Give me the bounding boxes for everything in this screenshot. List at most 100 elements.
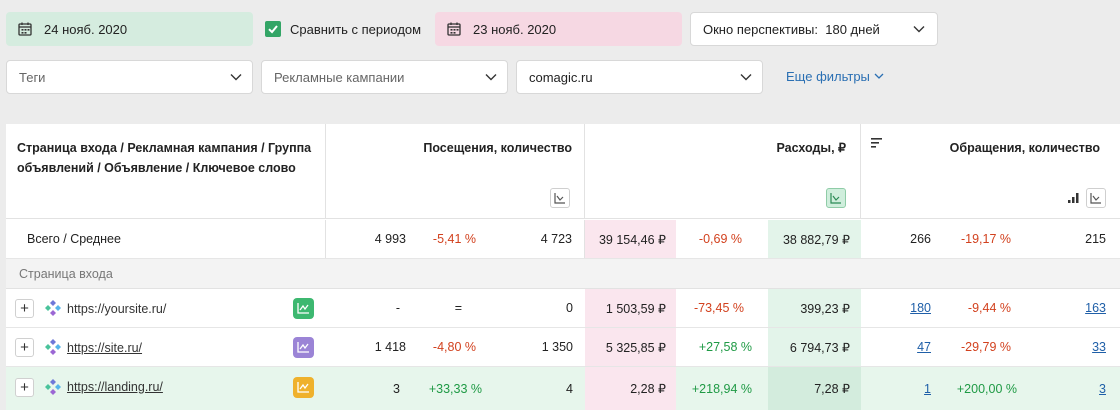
header-requests-label: Обращения, количество — [949, 141, 1100, 155]
chart-icon — [554, 193, 565, 204]
total-costs-a: 39 154,46 ₽ — [585, 220, 676, 258]
chart-icon — [830, 193, 841, 204]
calendar-icon — [18, 22, 32, 36]
table-row-highlighted: + https://landing.ru/ 3 +33,33 % 4 2,28 … — [6, 367, 1120, 410]
req-b-link[interactable]: 33 — [1092, 340, 1106, 354]
checkbox-checked-icon[interactable] — [265, 21, 281, 37]
date-b-picker[interactable]: 23 нояб. 2020 — [435, 12, 682, 46]
visits-a: 3 — [393, 381, 400, 396]
req-delta: +200,00 % — [956, 381, 1017, 396]
req-b[interactable]: 163 — [1011, 289, 1106, 327]
total-costs-delta: -0,69 % — [698, 232, 742, 246]
costs-a: 1 503,59 ₽ — [585, 289, 676, 327]
costs-b: 6 794,73 ₽ — [768, 328, 861, 366]
req-b-link[interactable]: 3 — [1099, 382, 1106, 396]
date-a-picker[interactable]: 24 нояб. 2020 — [6, 12, 253, 46]
visits-delta: +33,33 % — [428, 381, 482, 396]
section-header: Страница входа — [6, 259, 1120, 289]
req-b[interactable]: 3 — [1011, 367, 1106, 410]
req-delta: -9,44 % — [967, 301, 1011, 315]
total-label: Всего / Среднее — [6, 220, 326, 258]
date-b-label: 23 нояб. 2020 — [473, 21, 557, 37]
req-a-link[interactable]: 47 — [917, 340, 931, 354]
total-req-delta: -19,17 % — [960, 232, 1011, 246]
campaigns-placeholder: Рекламные кампании — [274, 69, 405, 85]
trend-chart-icon[interactable] — [293, 337, 314, 358]
header-dimension[interactable]: Страница входа / Рекламная кампания / Гр… — [6, 124, 326, 219]
costs-delta: +218,94 % — [691, 381, 752, 396]
total-costs-b: 38 882,79 ₽ — [768, 220, 861, 258]
trend-chart-icon[interactable] — [293, 298, 314, 319]
total-visits-b: 4 723 — [476, 220, 585, 258]
chevron-down-icon — [913, 26, 925, 33]
costs-delta: +27,58 % — [698, 340, 752, 354]
visits-b: 0 — [566, 301, 573, 315]
total-visits-a: 4 993 — [374, 232, 406, 246]
expand-button[interactable]: + — [15, 378, 34, 397]
visits-a: 1 418 — [374, 340, 406, 354]
chart-icon — [1090, 193, 1101, 204]
comagic-logo-icon — [45, 379, 61, 395]
req-a[interactable]: 47 — [861, 328, 931, 366]
comagic-logo-icon — [45, 339, 61, 355]
trend-chart-icon[interactable] — [293, 377, 314, 398]
visits-delta: -4,80 % — [432, 340, 476, 354]
visits-b: 1 350 — [541, 340, 573, 354]
calendar-icon — [447, 22, 461, 36]
perspective-window-label: Окно перспективы: — [703, 21, 819, 37]
header-visits-label: Посещения, количество — [423, 141, 572, 155]
chart-toggle-button[interactable] — [550, 188, 570, 208]
total-row: Всего / Среднее 4 993 -5,41 % 4 723 39 1… — [6, 220, 1120, 259]
header-requests[interactable]: Обращения, количество — [861, 124, 1120, 219]
more-filters-link[interactable]: Еще фильтры — [786, 69, 884, 84]
perspective-window-value: 180 дней — [825, 21, 880, 37]
perspective-window-text: Окно перспективы: 180 дней — [703, 22, 880, 37]
campaigns-select[interactable]: Рекламные кампании — [261, 60, 508, 94]
chevron-down-icon — [230, 74, 242, 81]
comagic-logo-icon — [45, 300, 61, 316]
chart-toggle-button-active[interactable] — [826, 188, 846, 208]
compare-period-label: Сравнить с периодом — [290, 21, 422, 37]
costs-a: 2,28 ₽ — [585, 367, 676, 410]
req-b-link[interactable]: 163 — [1085, 301, 1106, 315]
chevron-down-icon — [740, 74, 752, 81]
tags-placeholder: Теги — [19, 69, 46, 85]
req-b[interactable]: 33 — [1011, 328, 1106, 366]
header-costs-label: Расходы, ₽ — [776, 141, 846, 155]
req-a[interactable]: 1 — [861, 367, 931, 410]
table-row: + https://yoursite.ru/ - = 0 1 503,59 ₽ … — [6, 289, 1120, 328]
row-url: https://yoursite.ru/ — [67, 302, 167, 316]
expand-button[interactable]: + — [15, 338, 34, 357]
req-a[interactable]: 180 — [861, 289, 931, 327]
more-filters-label: Еще фильтры — [786, 69, 870, 84]
visits-delta: = — [454, 301, 462, 315]
req-a-link[interactable]: 1 — [924, 382, 931, 396]
site-select[interactable]: comagic.ru — [516, 60, 763, 94]
date-a-label: 24 нояб. 2020 — [44, 21, 128, 37]
compare-period-toggle[interactable]: Сравнить с периодом — [265, 12, 421, 46]
chart-toggle-button[interactable] — [1086, 188, 1106, 208]
chevron-down-icon — [485, 74, 497, 81]
total-req-b: 215 — [1085, 232, 1106, 246]
row-url[interactable]: https://site.ru/ — [67, 341, 142, 355]
table-row: + https://site.ru/ 1 418 -4,80 % 1 350 5… — [6, 328, 1120, 367]
row-url[interactable]: https://landing.ru/ — [67, 380, 163, 394]
req-delta: -29,79 % — [960, 340, 1011, 354]
sort-icon[interactable] — [871, 138, 883, 148]
header-visits[interactable]: Посещения, количество — [326, 124, 585, 219]
bar-chart-icon[interactable] — [1068, 193, 1080, 203]
costs-delta: -73,45 % — [693, 301, 744, 315]
req-a-link[interactable]: 180 — [910, 301, 931, 315]
total-visits-delta: -5,41 % — [432, 232, 476, 246]
visits-b: 4 — [566, 381, 573, 396]
perspective-window-select[interactable]: Окно перспективы: 180 дней — [690, 12, 938, 46]
site-value: comagic.ru — [529, 69, 593, 85]
costs-a: 5 325,85 ₽ — [585, 328, 676, 366]
header-costs[interactable]: Расходы, ₽ — [585, 124, 861, 219]
expand-button[interactable]: + — [15, 299, 34, 318]
tags-select[interactable]: Теги — [6, 60, 253, 94]
chevron-down-icon — [874, 73, 884, 79]
costs-b: 399,23 ₽ — [768, 289, 861, 327]
total-req-a: 266 — [910, 232, 931, 246]
costs-b: 7,28 ₽ — [768, 367, 861, 410]
